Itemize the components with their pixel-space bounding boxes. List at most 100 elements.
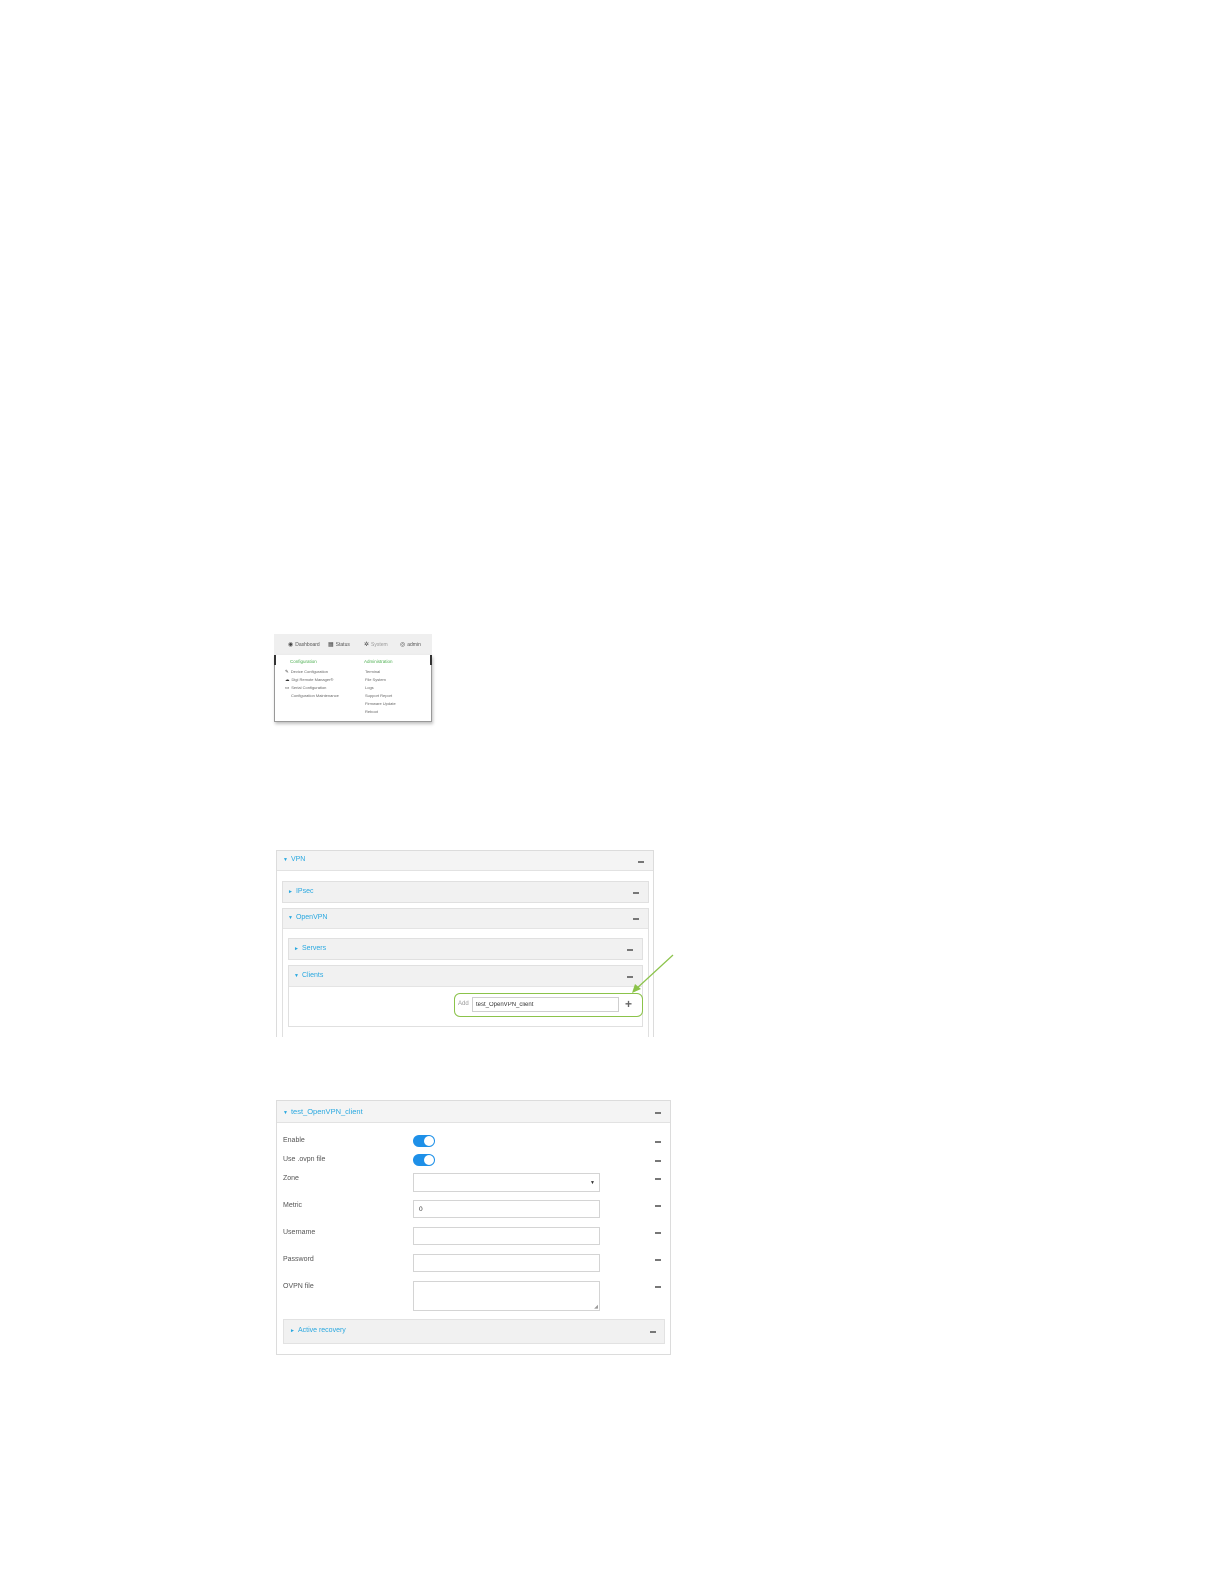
use-ovpn-reset-icon[interactable]	[655, 1160, 661, 1162]
servers-title-text: Servers	[301, 945, 327, 952]
use-ovpn-label: Use .ovpn file	[283, 1156, 326, 1163]
collapsed-icon: ►	[288, 889, 293, 895]
menu-item-label: Serial Configuration	[291, 685, 327, 690]
collapse-icon[interactable]	[627, 949, 633, 951]
username-reset-icon[interactable]	[655, 1232, 661, 1234]
active-recovery-title: ► Active recovery	[290, 1327, 346, 1334]
ovpn-file-label: OVPN file	[283, 1283, 314, 1290]
gear-icon: ✲	[364, 642, 370, 648]
clients-title-text: Clients	[301, 972, 324, 979]
username-label: Username	[283, 1229, 316, 1236]
nav-dashboard-label: Dashboard	[295, 641, 320, 648]
nav-admin[interactable]: ◎ admin	[400, 641, 421, 649]
user-icon: ◎	[400, 642, 406, 648]
menu-item-logs[interactable]: Logs	[365, 685, 374, 690]
client-title: ▼ test_OpenVPN_client	[283, 1107, 363, 1116]
callout-arrow-line	[634, 954, 674, 991]
add-label: Add	[458, 1001, 469, 1007]
menu-item-support-report[interactable]: Support Report	[365, 693, 392, 698]
nav-system[interactable]: ✲ System	[364, 641, 388, 649]
dropdown-edge-right	[430, 655, 432, 665]
openvpn-title-text: OpenVPN	[295, 914, 328, 921]
collapse-icon[interactable]	[638, 861, 644, 863]
collapse-icon[interactable]	[655, 1112, 661, 1114]
cloud-icon: ☁	[285, 677, 290, 682]
resize-handle-icon[interactable]: ◢	[594, 1304, 598, 1310]
clients-header[interactable]: ▼ Clients	[289, 966, 642, 987]
openvpn-header[interactable]: ▼ OpenVPN	[283, 909, 648, 929]
password-input[interactable]	[413, 1254, 600, 1272]
administration-heading: Administration	[364, 659, 393, 664]
use-ovpn-toggle[interactable]	[413, 1154, 435, 1166]
vpn-screenshot: ▼ VPN ► IPsec ▼ OpenVPN ► Servers ▼ Clients	[276, 850, 654, 1037]
collapse-icon[interactable]	[633, 892, 639, 894]
metric-label: Metric	[283, 1202, 303, 1209]
menu-item-device-configuration[interactable]: ✎ Device Configuration	[285, 669, 328, 675]
clients-title: ▼ Clients	[294, 972, 323, 979]
username-input[interactable]	[413, 1227, 600, 1245]
ovpn-file-textarea[interactable]: ◢	[413, 1281, 600, 1311]
terminal-icon: ▭	[285, 685, 290, 690]
expanded-icon: ▼	[283, 857, 288, 863]
top-nav-bar: ◉ Dashboard ▦ Status ✲ System ◎ admin	[274, 634, 432, 656]
menu-item-label: Digi Remote Manager®	[291, 677, 334, 682]
callout-arrow	[632, 954, 674, 993]
ipsec-title: ► IPsec	[288, 888, 313, 895]
collapse-icon[interactable]	[633, 918, 639, 920]
collapse-icon[interactable]	[650, 1331, 656, 1333]
metric-input[interactable]	[413, 1200, 600, 1218]
enable-label: Enable	[283, 1137, 305, 1144]
add-client-input[interactable]	[472, 997, 619, 1012]
nav-status-label: Status	[335, 641, 350, 648]
expanded-icon: ▼	[283, 1110, 288, 1116]
nav-admin-label: admin	[407, 641, 421, 648]
menu-item-configuration-maintenance[interactable]: Configuration Maintenance	[291, 693, 339, 698]
menu-item-serial-configuration[interactable]: ▭ Serial Configuration	[285, 685, 326, 691]
vpn-title: ▼ VPN	[283, 856, 305, 863]
vpn-header[interactable]: ▼ VPN	[277, 851, 653, 871]
chevron-down-icon: ▼	[590, 1180, 595, 1186]
configuration-heading: Configuration	[290, 659, 317, 664]
ovpn-file-reset-icon[interactable]	[655, 1286, 661, 1288]
servers-header: ► Servers	[289, 939, 642, 959]
password-reset-icon[interactable]	[655, 1259, 661, 1261]
enable-toggle[interactable]	[413, 1135, 435, 1147]
menu-item-firmware-update[interactable]: Firmware Update	[365, 701, 396, 706]
system-menu-screenshot: ◉ Dashboard ▦ Status ✲ System ◎ admin Co…	[274, 634, 432, 724]
openvpn-title: ▼ OpenVPN	[288, 914, 327, 921]
expanded-icon: ▼	[294, 973, 299, 979]
zone-select[interactable]: ▼	[413, 1173, 600, 1192]
plus-icon[interactable]: +	[625, 998, 632, 1010]
client-config-screenshot: ▼ test_OpenVPN_client Enable Use .ovpn fi…	[276, 1100, 671, 1355]
nav-status[interactable]: ▦ Status	[328, 641, 350, 649]
zone-label: Zone	[283, 1175, 299, 1182]
client-title-text: test_OpenVPN_client	[290, 1107, 363, 1116]
expanded-icon: ▼	[288, 915, 293, 921]
menu-item-label: Device Configuration	[290, 669, 328, 674]
menu-item-remote-manager[interactable]: ☁ Digi Remote Manager®	[285, 677, 333, 683]
password-label: Password	[283, 1256, 314, 1263]
servers-title: ► Servers	[294, 945, 326, 952]
vpn-title-text: VPN	[290, 856, 306, 863]
ipsec-title-text: IPsec	[295, 888, 314, 895]
active-recovery-text: Active recovery	[297, 1327, 346, 1334]
nav-dashboard[interactable]: ◉ Dashboard	[288, 641, 320, 649]
enable-reset-icon[interactable]	[655, 1141, 661, 1143]
openvpn-panel: ▼ OpenVPN ► Servers ▼ Clients	[282, 908, 649, 1037]
dashboard-icon: ◉	[288, 642, 294, 648]
zone-reset-icon[interactable]	[655, 1178, 661, 1180]
menu-item-terminal[interactable]: Terminal	[365, 669, 380, 674]
menu-item-label: Configuration Maintenance	[291, 693, 339, 698]
servers-panel[interactable]: ► Servers	[288, 938, 643, 960]
add-client-highlight: Add +	[454, 993, 643, 1017]
ipsec-header: ► IPsec	[283, 882, 648, 902]
menu-item-file-system[interactable]: File System	[365, 677, 386, 682]
metric-reset-icon[interactable]	[655, 1205, 661, 1207]
status-icon: ▦	[328, 642, 334, 648]
ipsec-panel[interactable]: ► IPsec	[282, 881, 649, 903]
menu-item-reboot[interactable]: Reboot	[365, 709, 378, 714]
client-header[interactable]: ▼ test_OpenVPN_client	[277, 1101, 670, 1123]
active-recovery-panel[interactable]: ► Active recovery	[283, 1319, 665, 1344]
nav-system-label: System	[371, 641, 388, 648]
dropdown-edge-left	[274, 655, 276, 665]
